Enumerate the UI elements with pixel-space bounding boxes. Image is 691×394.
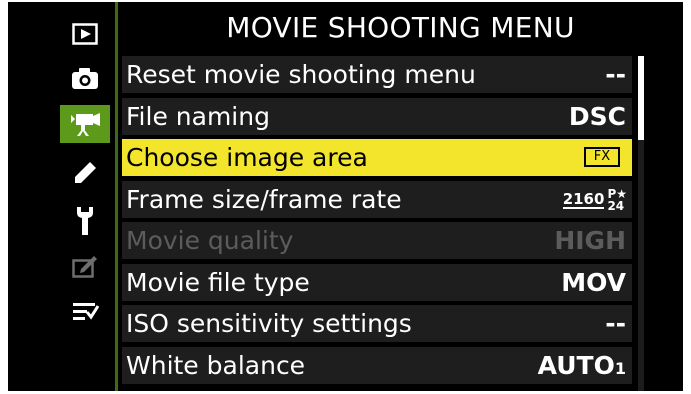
- image-area-fx-badge: FX: [584, 147, 620, 167]
- menu-item-movie-file-type[interactable]: Movie file type MOV: [122, 263, 632, 301]
- menu-scrollbar[interactable]: [638, 56, 644, 391]
- camera-menu-screen: MOVIE SHOOTING MENU Reset movie shooting…: [8, 2, 683, 391]
- menu-item-value: AUTO1: [538, 347, 626, 384]
- menu-item-frame-size-frame-rate[interactable]: Frame size/frame rate 2160 P★ 24: [122, 180, 632, 218]
- tab-retouch[interactable]: [67, 249, 103, 285]
- playback-icon: [72, 23, 98, 45]
- menu-item-value: MOV: [561, 267, 626, 297]
- menu-item-label: Reset movie shooting menu: [126, 60, 476, 89]
- retouch-icon: [72, 256, 97, 278]
- tab-my-menu[interactable]: [67, 294, 103, 330]
- menu-tab-sidebar: [8, 2, 118, 391]
- wrench-icon: [77, 207, 93, 235]
- white-balance-sub: 1: [614, 358, 626, 378]
- menu-item-value: DSC: [568, 101, 626, 131]
- menu-item-value: HIGH: [554, 226, 626, 255]
- menu-item-label: Movie file type: [126, 267, 310, 297]
- my-menu-icon: [73, 303, 99, 320]
- menu-item-file-naming[interactable]: File naming DSC: [122, 97, 632, 135]
- menu-item-label: Choose image area: [126, 143, 368, 172]
- menu-item-label: File naming: [126, 101, 270, 131]
- frame-rate-sub1: P★: [607, 186, 627, 201]
- menu-item-movie-quality[interactable]: Movie quality HIGH: [122, 222, 632, 259]
- camera-icon: [72, 68, 98, 89]
- menu-item-value: --: [605, 60, 626, 89]
- frame-rate-stack: P★ 24: [607, 188, 627, 212]
- movie-camera-icon: [71, 113, 100, 136]
- menu-item-label: Frame size/frame rate: [126, 184, 402, 214]
- tab-photo-shooting[interactable]: [67, 60, 103, 96]
- menu-item-reset-movie-shooting-menu[interactable]: Reset movie shooting menu --: [122, 56, 632, 93]
- tab-movie-shooting[interactable]: [60, 105, 110, 143]
- frame-rate-sub2: 24: [607, 198, 625, 213]
- scrollbar-thumb[interactable]: [638, 56, 644, 140]
- menu-title: MOVIE SHOOTING MENU: [226, 10, 575, 44]
- pencil-icon: [75, 162, 96, 183]
- menu-item-iso-sensitivity-settings[interactable]: ISO sensitivity settings --: [122, 305, 632, 342]
- tab-custom-settings[interactable]: [67, 155, 103, 191]
- menu-item-label: White balance: [126, 350, 306, 380]
- white-balance-value: AUTO: [537, 350, 615, 380]
- frame-size-value: 2160: [562, 189, 605, 209]
- menu-item-choose-image-area[interactable]: Choose image area FX: [122, 139, 632, 176]
- tab-playback[interactable]: [67, 16, 103, 52]
- tab-setup[interactable]: [67, 203, 103, 239]
- active-tab-divider: [115, 2, 118, 391]
- menu-item-label: Movie quality: [126, 226, 294, 255]
- menu-item-value: --: [605, 309, 626, 338]
- menu-item-white-balance[interactable]: White balance AUTO1: [122, 346, 632, 384]
- frame-size-badge: 2160 P★ 24: [562, 185, 627, 215]
- menu-item-label: ISO sensitivity settings: [126, 309, 412, 338]
